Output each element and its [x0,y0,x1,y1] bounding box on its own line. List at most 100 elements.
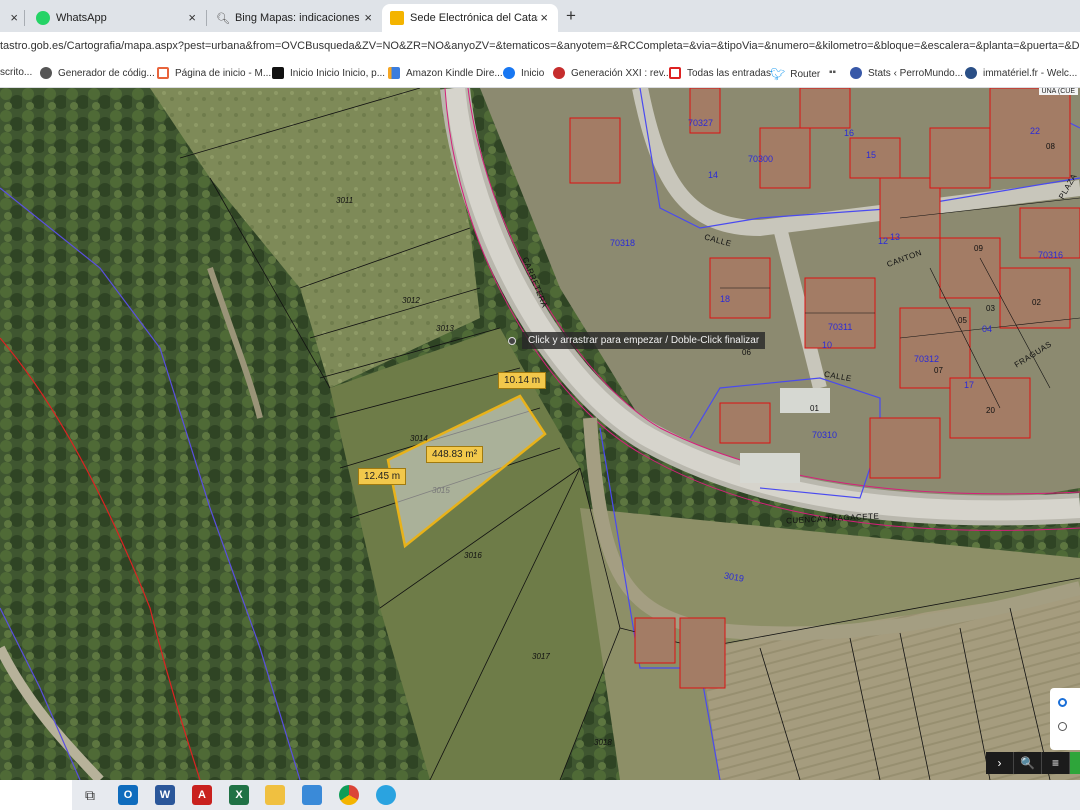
radio-icon[interactable] [1058,698,1067,707]
bookmark[interactable]: Stats ‹ PerroMundo... [850,67,963,79]
close-icon[interactable]: × [188,10,196,25]
house-number: 17 [964,380,975,390]
house-number: 22 [1030,126,1041,136]
bookmark[interactable]: Generación XXI : rev... [553,67,671,79]
measure-top-length: 10.14 m [498,372,547,389]
bookmarks-bar: scrito... Generador de códig... Página d… [0,62,1080,88]
parcel-label: 3016 [464,551,482,560]
tab-whatsapp[interactable]: WhatsApp × [28,4,206,32]
bookmark[interactable]: Página de inicio - M... [157,67,271,79]
parcel-label: 3015 [432,486,450,495]
measure-area: 448.83 m² [426,446,484,463]
outlook-icon[interactable]: O [118,785,138,805]
excel-icon[interactable]: X [229,785,249,805]
house-number: 07 [934,366,943,375]
cadastral-map[interactable]: UNA (CUE 3011 3012 3013 3014 3015 3016 3… [0,88,1080,780]
map-corner-label: UNA (CUE [1038,88,1078,95]
bookmark[interactable]: Inicio Inicio Inicio, p... [272,67,385,79]
file-explorer-icon[interactable] [265,785,285,805]
parcel-label: 3011 [336,196,354,205]
close-icon[interactable]: × [364,10,372,25]
house-number: 09 [974,244,983,253]
wordpress-icon [850,67,862,79]
block-label: 70327 [688,118,714,128]
house-number: 10 [822,340,833,350]
chrome-icon[interactable] [339,785,359,805]
word-icon[interactable]: W [155,785,175,805]
youtube-icon [669,67,681,79]
bookmark[interactable]: Generador de códig... [40,67,155,79]
chart-icon [388,67,400,79]
tab-label: WhatsApp [56,12,107,24]
house-number: 14 [708,170,719,180]
parcel-label: 3013 [436,324,454,333]
robot-icon [40,67,52,79]
tab-catastro[interactable]: Sede Electrónica del Catastro × [382,4,558,32]
tab-partial[interactable]: × [0,4,24,32]
close-icon[interactable]: × [10,10,18,25]
close-icon[interactable]: × [540,10,548,25]
block-label: 70316 [1038,250,1064,260]
next-button[interactable]: › [986,752,1014,774]
bookmark[interactable]: Amazon Kindle Dire... [388,67,503,79]
house-number: 20 [986,406,995,415]
measure-tooltip: Click y arrastrar para empezar / Doble-C… [522,332,766,349]
x-icon [272,67,284,79]
bookmark-overflow[interactable]: ▪▪ [829,67,836,78]
house-number: 15 [866,150,877,160]
radio-icon[interactable] [1058,722,1067,731]
twitter-icon: 🐦︎ [770,67,786,81]
block-label: 70300 [748,154,774,164]
house-number: 16 [844,128,855,138]
url-text[interactable]: tastro.gob.es/Cartografia/mapa.aspx?pest… [0,40,1080,52]
search-icon: 🔍︎ [216,12,230,25]
parcel-label: 3018 [594,738,612,747]
house-number: 02 [1032,298,1041,307]
catastro-icon [390,11,404,25]
whatsapp-icon [36,11,50,25]
block-label: 70311 [828,322,853,332]
house-number: 05 [958,316,967,325]
house-number: 12 [878,236,889,246]
tab-label: Bing Mapas: indicaciones, plan [234,12,359,24]
bookmark[interactable]: immatériel.fr - Welc... [965,67,1077,79]
generacion-icon [553,67,565,79]
block-label: 70310 [812,430,838,440]
bookmark[interactable]: 🐦︎ Router [770,67,820,81]
task-view-icon[interactable]: ⧉ [80,785,100,805]
photos-icon[interactable] [302,785,322,805]
facebook-icon [503,67,515,79]
new-tab-button[interactable]: + [566,6,576,26]
tab-label: Sede Electrónica del Catastro [410,12,538,24]
address-bar[interactable]: tastro.gob.es/Cartografia/mapa.aspx?pest… [0,32,1080,62]
house-number: 13 [890,232,901,242]
measure-left-length: 12.45 m [358,468,407,485]
house-number: 08 [1046,142,1055,151]
page-icon [157,67,169,79]
map-controls: › 🔍 ≡ [986,752,1080,774]
parcel-label: 3017 [532,652,550,661]
layer-selector[interactable] [1050,688,1080,750]
house-number: 18 [720,294,731,304]
block-label: 70318 [610,238,636,248]
house-number: 06 [742,348,751,357]
block-label: 70312 [914,354,940,364]
parcel-label: 3012 [402,296,420,305]
map-canvas[interactable] [0,88,1080,780]
acrobat-icon[interactable]: A [192,785,212,805]
bookmark[interactable]: Todas las entradas [669,67,771,79]
bookmark[interactable]: Inicio [503,67,544,79]
house-number: 01 [810,404,819,413]
telegram-icon[interactable] [376,785,396,805]
zoom-button[interactable]: 🔍 [1014,752,1042,774]
taskbar: ⧉ O W A X [0,780,1080,810]
house-number: 04 [982,324,993,334]
tab-bing-maps[interactable]: 🔍︎ Bing Mapas: indicaciones, plan × [208,4,382,32]
status-indicator [1070,752,1080,774]
house-number: 03 [986,304,995,313]
parcel-label: 3014 [410,434,428,443]
immateriel-icon [965,67,977,79]
tab-bar: × WhatsApp × 🔍︎ Bing Mapas: indicaciones… [0,0,1080,32]
layers-button[interactable]: ≡ [1042,752,1070,774]
bookmark[interactable]: scrito... [0,67,32,78]
